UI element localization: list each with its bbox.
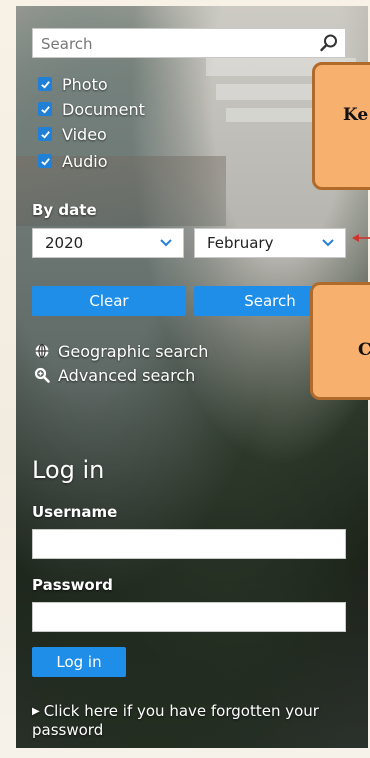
check-icon[interactable] [38, 102, 52, 116]
callout-text: Ke [343, 105, 369, 125]
triangle-right-icon: ▶ [32, 706, 40, 717]
check-icon[interactable] [38, 154, 52, 168]
checkbox-audio[interactable]: Audio [38, 150, 107, 172]
chevron-down-icon [160, 239, 172, 247]
login-title: Log in [32, 456, 105, 484]
search-input[interactable] [39, 32, 313, 56]
year-select[interactable]: 2020 [32, 228, 184, 258]
password-label: Password [32, 576, 113, 594]
search-icon[interactable] [319, 33, 339, 53]
username-field[interactable] [32, 529, 346, 559]
zoom-icon [34, 367, 50, 383]
annotation-callout: Ke [312, 62, 370, 190]
month-select-value: February [207, 234, 274, 252]
year-select-value: 2020 [45, 234, 84, 252]
checkbox-label: Video [62, 124, 107, 144]
username-label: Username [32, 503, 118, 521]
clear-button[interactable]: Clear [32, 286, 186, 316]
forgot-password-link[interactable]: ▶ Click here if you have forgotten your p… [32, 702, 368, 739]
checkbox-video[interactable]: Video [38, 123, 107, 145]
checkbox-photo[interactable]: Photo [38, 73, 108, 95]
checkbox-document[interactable]: Document [38, 98, 145, 120]
advanced-search-link[interactable]: Advanced search [34, 364, 195, 386]
geographic-search-label: Geographic search [58, 341, 209, 361]
checkbox-label: Photo [62, 74, 108, 94]
advanced-search-label: Advanced search [58, 365, 196, 385]
checkbox-label: Document [62, 99, 145, 119]
password-field[interactable] [32, 602, 346, 632]
arrow-left-icon [352, 234, 370, 242]
check-icon[interactable] [38, 77, 52, 91]
globe-icon [35, 343, 49, 359]
month-select[interactable]: February [194, 228, 346, 258]
annotation-callout: C [310, 282, 370, 400]
search-box [32, 28, 346, 58]
login-button[interactable]: Log in [32, 647, 126, 677]
forgot-password-label: Click here if you have forgotten your pa… [32, 702, 319, 739]
geographic-search-link[interactable]: Geographic search [34, 340, 208, 362]
chevron-down-icon [322, 239, 334, 247]
by-date-heading: By date [32, 201, 97, 219]
checkbox-label: Audio [62, 151, 108, 171]
check-icon[interactable] [38, 127, 52, 141]
callout-text: C [358, 340, 370, 360]
